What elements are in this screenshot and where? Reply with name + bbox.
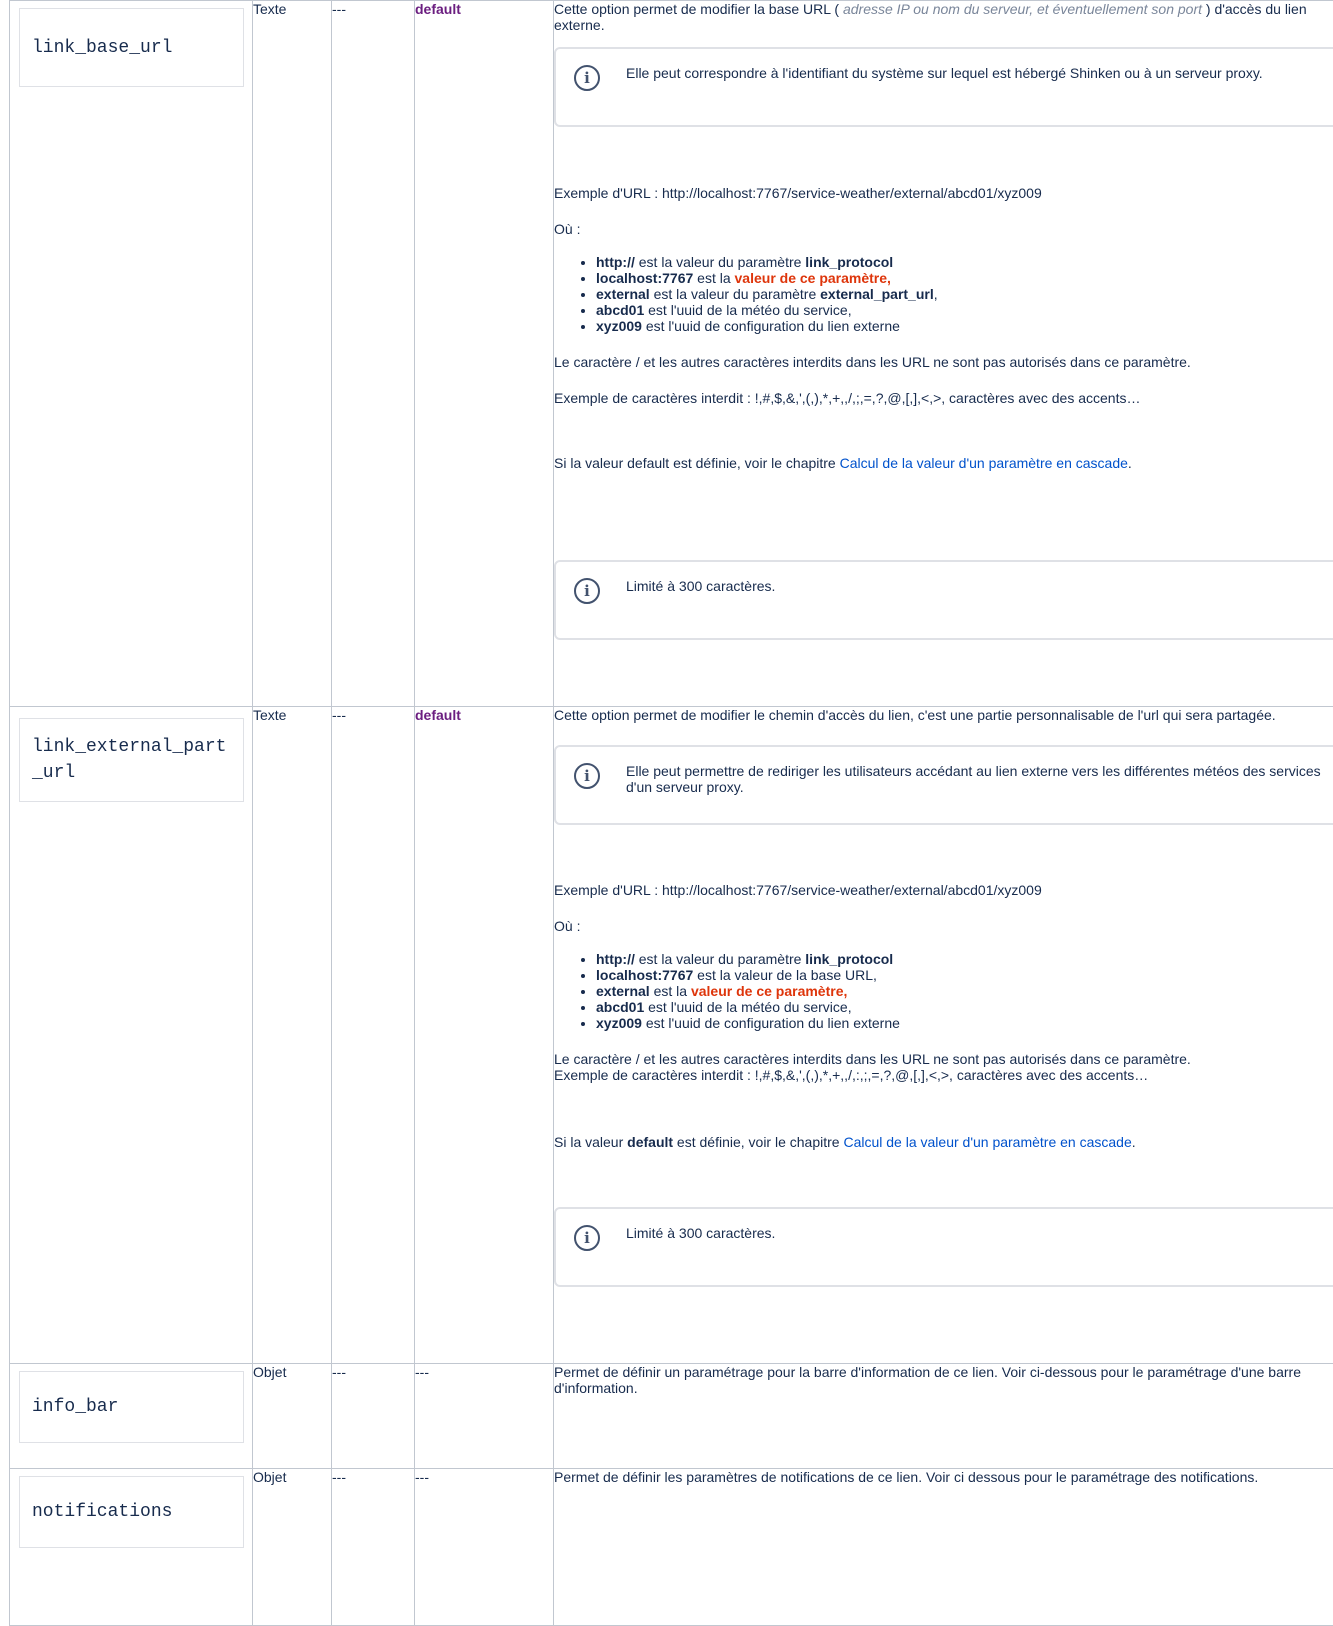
forbidden-example: Exemple de caractères interdit : !,#,$,&…	[554, 1067, 1333, 1083]
info-text: Elle peut permettre de rediriger les uti…	[626, 759, 1333, 795]
list-item: localhost:7767 est la valeur de ce param…	[596, 270, 1333, 286]
param-type: Objet	[253, 1364, 332, 1469]
bullet-list: http:// est la valeur du paramètre link_…	[554, 951, 1333, 1031]
table-row: link_external_part_url Texte --- default…	[10, 707, 1333, 1364]
cascade-link[interactable]: Calcul de la valeur d'un paramètre en ca…	[840, 455, 1128, 471]
info-panel: i Elle peut permettre de rediriger les u…	[554, 745, 1333, 825]
list-item: http:// est la valeur du paramètre link_…	[596, 254, 1333, 270]
intro-hint: adresse IP ou nom du serveur, et éventue…	[843, 1, 1202, 17]
list-item: xyz009 est l'uuid de configuration du li…	[596, 1015, 1333, 1031]
param-dash: ---	[332, 1, 415, 707]
limit-text: Limité à 300 caractères.	[626, 1221, 775, 1241]
param-description: Permet de définir un paramétrage pour la…	[554, 1364, 1333, 1469]
param-dash: ---	[332, 707, 415, 1364]
default-note: Si la valeur default est définie, voir l…	[554, 455, 1333, 471]
info-icon: i	[574, 65, 600, 91]
list-item: external est la valeur de ce paramètre,	[596, 983, 1333, 999]
param-description: Permet de définir les paramètres de noti…	[554, 1469, 1333, 1626]
info-text: Elle peut correspondre à l'identifiant d…	[626, 61, 1263, 81]
param-name: link_external_part_url	[19, 718, 244, 802]
cascade-link[interactable]: Calcul de la valeur d'un paramètre en ca…	[843, 1134, 1131, 1150]
info-icon: i	[574, 1225, 600, 1251]
param-name: link_base_url	[19, 8, 244, 87]
param-name: notifications	[19, 1476, 244, 1548]
list-item: xyz009 est l'uuid de configuration du li…	[596, 318, 1333, 334]
list-item: abcd01 est l'uuid de la météo du service…	[596, 999, 1333, 1015]
ou-label: Où :	[554, 918, 1333, 934]
param-type: Texte	[253, 707, 332, 1364]
param-default: ---	[415, 1364, 554, 1469]
default-note: Si la valeur default est définie, voir l…	[554, 1134, 1333, 1150]
forbidden-text: Le caractère / et les autres caractères …	[554, 354, 1333, 370]
param-description: Cette option permet de modifier la base …	[554, 1, 1333, 707]
param-dash: ---	[332, 1469, 415, 1626]
limit-text: Limité à 300 caractères.	[626, 574, 775, 594]
param-default: default	[415, 707, 461, 723]
limit-panel: i Limité à 300 caractères.	[554, 1207, 1333, 1287]
list-item: http:// est la valeur du paramètre link_…	[596, 951, 1333, 967]
intro-text: Cette option permet de modifier la base …	[554, 1, 1333, 33]
info-panel: i Elle peut correspondre à l'identifiant…	[554, 47, 1333, 127]
bullet-list: http:// est la valeur du paramètre link_…	[554, 254, 1333, 334]
info-icon: i	[574, 578, 600, 604]
forbidden-text: Le caractère / et les autres caractères …	[554, 1051, 1333, 1067]
table-row: info_bar Objet --- --- Permet de définir…	[10, 1364, 1333, 1469]
param-default: ---	[415, 1469, 554, 1626]
param-description: Cette option permet de modifier le chemi…	[554, 707, 1333, 1364]
info-icon: i	[574, 763, 600, 789]
intro-text: Cette option permet de modifier le chemi…	[554, 707, 1333, 723]
param-name: info_bar	[19, 1371, 244, 1443]
list-item: localhost:7767 est la valeur de la base …	[596, 967, 1333, 983]
param-default: default	[415, 1, 461, 17]
table-row: notifications Objet --- --- Permet de dé…	[10, 1469, 1333, 1626]
table-row: link_base_url Texte --- default Cette op…	[10, 1, 1333, 707]
ou-label: Où :	[554, 221, 1333, 237]
example-url: Exemple d'URL : http://localhost:7767/se…	[554, 882, 1333, 898]
limit-panel: i Limité à 300 caractères.	[554, 560, 1333, 640]
parameters-table: link_base_url Texte --- default Cette op…	[9, 0, 1333, 1626]
param-type: Texte	[253, 1, 332, 707]
list-item: external est la valeur du paramètre exte…	[596, 286, 1333, 302]
param-dash: ---	[332, 1364, 415, 1469]
param-type: Objet	[253, 1469, 332, 1626]
example-url: Exemple d'URL : http://localhost:7767/se…	[554, 185, 1333, 201]
forbidden-example: Exemple de caractères interdit : !,#,$,&…	[554, 390, 1333, 406]
list-item: abcd01 est l'uuid de la météo du service…	[596, 302, 1333, 318]
